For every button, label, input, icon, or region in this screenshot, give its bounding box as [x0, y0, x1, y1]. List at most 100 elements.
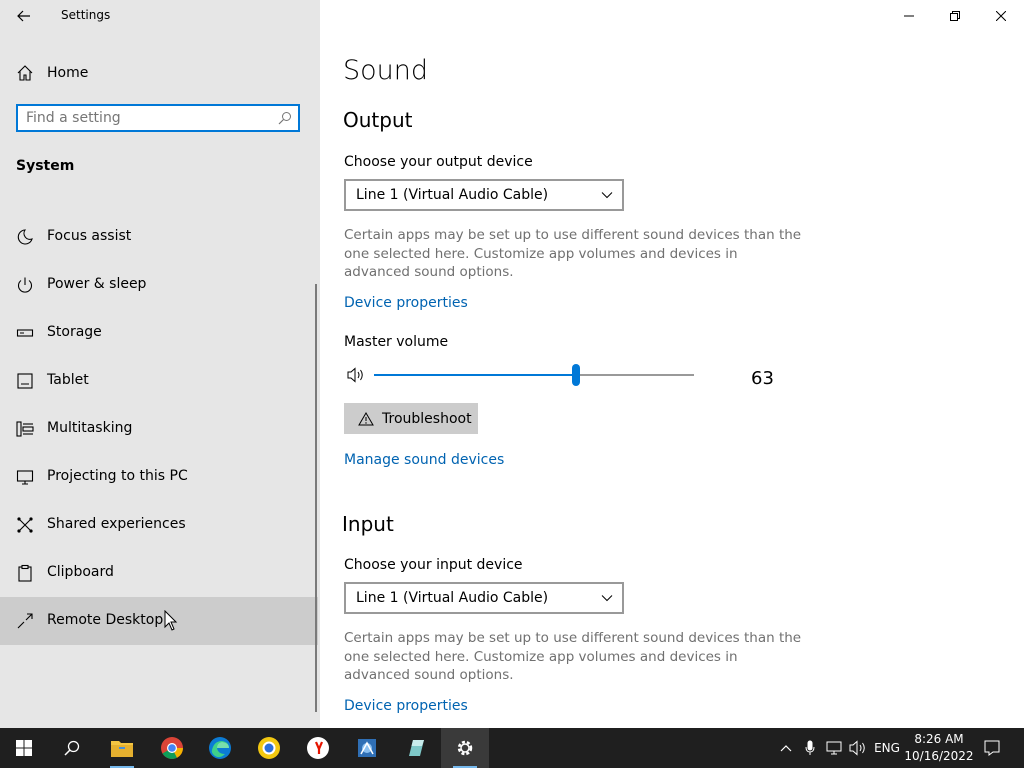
- clock-date: 10/16/2022: [904, 749, 974, 763]
- manage-sound-devices-link[interactable]: Manage sound devices: [344, 452, 504, 468]
- sidebar-item-projecting[interactable]: Projecting to this PC: [0, 453, 318, 501]
- input-device-value: Line 1 (Virtual Audio Cable): [356, 590, 549, 606]
- multitasking-icon: [16, 421, 34, 437]
- clock-time: 8:26 AM: [914, 732, 964, 746]
- minimize-icon: [904, 15, 914, 17]
- chevron-down-icon: [601, 595, 613, 602]
- file-explorer-button[interactable]: [98, 728, 146, 768]
- sidebar-item-label: Storage: [47, 324, 102, 340]
- input-help-text: Certain apps may be set up to use differ…: [344, 630, 802, 683]
- network-tray-button[interactable]: [824, 728, 846, 768]
- restore-icon: [950, 11, 960, 21]
- chevron-up-icon: [780, 745, 792, 752]
- sidebar-item-focus-assist[interactable]: Focus assist: [0, 213, 318, 261]
- sidebar-item-shared-experiences[interactable]: Shared experiences: [0, 501, 318, 549]
- notification-icon: [984, 740, 1000, 756]
- moon-icon: [17, 229, 33, 245]
- search-input[interactable]: [26, 109, 270, 127]
- app-button-2[interactable]: [392, 728, 440, 768]
- folder-icon: [111, 741, 133, 757]
- chevron-down-icon: [601, 192, 613, 199]
- chrome-button[interactable]: [148, 728, 196, 768]
- home-label: Home: [47, 65, 89, 81]
- mouse-cursor-icon: [164, 610, 178, 631]
- nav-home[interactable]: Home: [0, 56, 318, 90]
- remote-desktop-icon: [17, 613, 33, 629]
- output-heading: Output: [343, 108, 413, 132]
- warning-icon: [358, 411, 374, 426]
- app-button-1[interactable]: [343, 728, 391, 768]
- start-button[interactable]: [0, 728, 48, 768]
- input-device-dropdown[interactable]: Line 1 (Virtual Audio Cable): [344, 582, 624, 614]
- sidebar-item-multitasking[interactable]: Multitasking: [0, 405, 318, 453]
- language-indicator[interactable]: ENG: [872, 728, 902, 768]
- sidebar-item-label: Shared experiences: [47, 516, 186, 532]
- sidebar-item-label: Multitasking: [47, 420, 133, 436]
- page-title: Sound: [343, 55, 429, 86]
- output-help-text: Certain apps may be set up to use differ…: [344, 227, 802, 280]
- volume-tray-button[interactable]: [848, 728, 868, 768]
- tablet-icon: [17, 373, 33, 389]
- slider-thumb[interactable]: [571, 364, 580, 386]
- volume-value: 63: [751, 368, 774, 389]
- home-icon: [17, 65, 33, 81]
- edge-button[interactable]: [196, 728, 244, 768]
- sidebar-item-label: Tablet: [47, 372, 89, 388]
- back-button[interactable]: [12, 4, 36, 28]
- sidebar-item-remote-desktop[interactable]: Remote Desktop: [0, 597, 318, 645]
- troubleshoot-label: Troubleshoot: [382, 410, 472, 427]
- output-device-label: Choose your output device: [344, 154, 533, 170]
- yandex-icon: [307, 737, 329, 759]
- nav-list: Focus assist Power & sleep Storage Table…: [0, 213, 318, 645]
- chromium-browser-button[interactable]: [245, 728, 293, 768]
- projecting-icon: [16, 470, 34, 485]
- main-content: Sound Output Choose your output device L…: [320, 0, 1024, 728]
- output-device-dropdown[interactable]: Line 1 (Virtual Audio Cable): [344, 179, 624, 211]
- windows-logo-icon: [16, 740, 32, 756]
- clipboard-icon: [18, 564, 32, 582]
- sidebar-item-tablet[interactable]: Tablet: [0, 357, 318, 405]
- chrome-icon: [161, 737, 183, 759]
- output-device-value: Line 1 (Virtual Audio Cable): [356, 187, 549, 203]
- sidebar-item-label: Power & sleep: [47, 276, 147, 292]
- clock[interactable]: 8:26 AM 10/16/2022: [902, 731, 976, 765]
- app-icon: [409, 740, 424, 756]
- network-icon: [826, 741, 842, 755]
- speaker-icon: [849, 740, 865, 756]
- input-device-label: Choose your input device: [344, 557, 523, 573]
- shared-experiences-icon: [17, 517, 33, 533]
- sidebar-item-label: Projecting to this PC: [47, 468, 188, 484]
- sidebar-scrollbar[interactable]: [315, 284, 317, 712]
- master-volume-label: Master volume: [344, 334, 449, 350]
- search-icon[interactable]: [278, 111, 292, 125]
- microphone-icon: [805, 740, 815, 755]
- title-bar: Settings: [0, 0, 320, 32]
- microphone-tray-button[interactable]: [800, 728, 820, 768]
- app-icon: [358, 739, 376, 757]
- sidebar-item-clipboard[interactable]: Clipboard: [0, 549, 318, 597]
- close-button[interactable]: [978, 0, 1024, 32]
- taskbar: ENG 8:26 AM 10/16/2022: [0, 728, 1024, 768]
- minimize-button[interactable]: [886, 0, 932, 32]
- speaker-icon[interactable]: [347, 367, 365, 383]
- sidebar-item-power-sleep[interactable]: Power & sleep: [0, 261, 318, 309]
- search-taskbar-button[interactable]: [48, 728, 96, 768]
- sidebar-item-label: Focus assist: [47, 228, 132, 244]
- sidebar-item-label: Clipboard: [47, 564, 114, 580]
- section-heading: System: [16, 158, 75, 174]
- sidebar-item-storage[interactable]: Storage: [0, 309, 318, 357]
- notifications-button[interactable]: [980, 728, 1004, 768]
- restore-button[interactable]: [932, 0, 978, 32]
- app-title: Settings: [61, 8, 111, 22]
- output-device-properties-link[interactable]: Device properties: [344, 295, 468, 311]
- input-device-properties-link[interactable]: Device properties: [344, 698, 468, 714]
- yandex-button[interactable]: [294, 728, 342, 768]
- troubleshoot-button[interactable]: Troubleshoot: [344, 403, 478, 434]
- settings-taskbar-button[interactable]: [441, 728, 489, 768]
- storage-icon: [16, 329, 34, 337]
- master-volume-slider[interactable]: [344, 364, 784, 388]
- show-hidden-icons-button[interactable]: [776, 728, 796, 768]
- search-box[interactable]: [16, 104, 300, 132]
- search-icon: [64, 740, 80, 756]
- back-arrow-icon: [17, 10, 30, 22]
